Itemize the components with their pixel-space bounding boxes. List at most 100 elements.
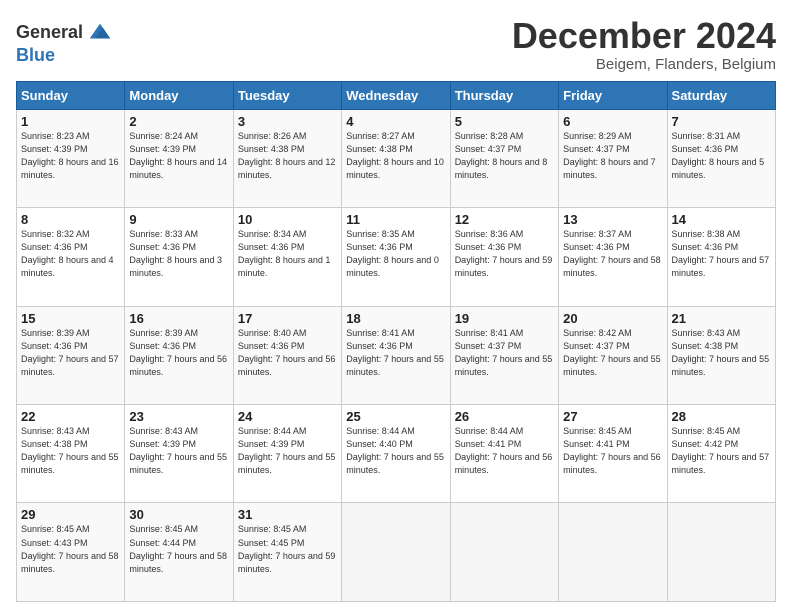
calendar-week-2: 8Sunrise: 8:32 AMSunset: 4:36 PMDaylight…	[17, 208, 776, 306]
day-number: 24	[238, 409, 337, 424]
day-info: Sunrise: 8:43 AMSunset: 4:38 PMDaylight:…	[21, 425, 120, 477]
day-number: 13	[563, 212, 662, 227]
calendar-cell: 11Sunrise: 8:35 AMSunset: 4:36 PMDayligh…	[342, 208, 450, 306]
day-number: 25	[346, 409, 445, 424]
calendar-cell: 26Sunrise: 8:44 AMSunset: 4:41 PMDayligh…	[450, 405, 558, 503]
location: Beigem, Flanders, Belgium	[512, 56, 776, 73]
header-wednesday: Wednesday	[342, 81, 450, 109]
calendar-cell: 1Sunrise: 8:23 AMSunset: 4:39 PMDaylight…	[17, 109, 125, 207]
day-info: Sunrise: 8:37 AMSunset: 4:36 PMDaylight:…	[563, 228, 662, 280]
calendar-cell	[559, 503, 667, 602]
calendar-cell: 27Sunrise: 8:45 AMSunset: 4:41 PMDayligh…	[559, 405, 667, 503]
day-info: Sunrise: 8:44 AMSunset: 4:41 PMDaylight:…	[455, 425, 554, 477]
header: General Blue December 2024 Beigem, Fland…	[16, 16, 776, 73]
day-info: Sunrise: 8:29 AMSunset: 4:37 PMDaylight:…	[563, 130, 662, 182]
logo-text-general: General	[16, 23, 83, 43]
calendar-cell: 5Sunrise: 8:28 AMSunset: 4:37 PMDaylight…	[450, 109, 558, 207]
day-info: Sunrise: 8:36 AMSunset: 4:36 PMDaylight:…	[455, 228, 554, 280]
calendar-cell: 28Sunrise: 8:45 AMSunset: 4:42 PMDayligh…	[667, 405, 775, 503]
day-info: Sunrise: 8:34 AMSunset: 4:36 PMDaylight:…	[238, 228, 337, 280]
calendar-week-5: 29Sunrise: 8:45 AMSunset: 4:43 PMDayligh…	[17, 503, 776, 602]
day-number: 28	[672, 409, 771, 424]
calendar-cell: 21Sunrise: 8:43 AMSunset: 4:38 PMDayligh…	[667, 306, 775, 404]
day-number: 8	[21, 212, 120, 227]
day-info: Sunrise: 8:32 AMSunset: 4:36 PMDaylight:…	[21, 228, 120, 280]
day-info: Sunrise: 8:45 AMSunset: 4:45 PMDaylight:…	[238, 523, 337, 575]
calendar-cell: 2Sunrise: 8:24 AMSunset: 4:39 PMDaylight…	[125, 109, 233, 207]
day-number: 16	[129, 311, 228, 326]
calendar-cell: 20Sunrise: 8:42 AMSunset: 4:37 PMDayligh…	[559, 306, 667, 404]
day-number: 12	[455, 212, 554, 227]
calendar-cell: 24Sunrise: 8:44 AMSunset: 4:39 PMDayligh…	[233, 405, 341, 503]
day-info: Sunrise: 8:44 AMSunset: 4:40 PMDaylight:…	[346, 425, 445, 477]
header-friday: Friday	[559, 81, 667, 109]
title-section: December 2024 Beigem, Flanders, Belgium	[512, 16, 776, 73]
day-number: 2	[129, 114, 228, 129]
day-number: 29	[21, 507, 120, 522]
calendar-cell: 6Sunrise: 8:29 AMSunset: 4:37 PMDaylight…	[559, 109, 667, 207]
day-info: Sunrise: 8:45 AMSunset: 4:41 PMDaylight:…	[563, 425, 662, 477]
day-info: Sunrise: 8:23 AMSunset: 4:39 PMDaylight:…	[21, 130, 120, 182]
day-info: Sunrise: 8:39 AMSunset: 4:36 PMDaylight:…	[129, 327, 228, 379]
day-number: 20	[563, 311, 662, 326]
calendar-cell: 14Sunrise: 8:38 AMSunset: 4:36 PMDayligh…	[667, 208, 775, 306]
day-info: Sunrise: 8:41 AMSunset: 4:36 PMDaylight:…	[346, 327, 445, 379]
day-number: 11	[346, 212, 445, 227]
header-thursday: Thursday	[450, 81, 558, 109]
day-number: 17	[238, 311, 337, 326]
day-number: 14	[672, 212, 771, 227]
calendar-cell: 25Sunrise: 8:44 AMSunset: 4:40 PMDayligh…	[342, 405, 450, 503]
calendar-cell	[450, 503, 558, 602]
calendar-cell: 8Sunrise: 8:32 AMSunset: 4:36 PMDaylight…	[17, 208, 125, 306]
day-number: 27	[563, 409, 662, 424]
day-number: 5	[455, 114, 554, 129]
calendar-cell: 13Sunrise: 8:37 AMSunset: 4:36 PMDayligh…	[559, 208, 667, 306]
calendar-week-1: 1Sunrise: 8:23 AMSunset: 4:39 PMDaylight…	[17, 109, 776, 207]
calendar-header-row: SundayMondayTuesdayWednesdayThursdayFrid…	[17, 81, 776, 109]
calendar-cell: 17Sunrise: 8:40 AMSunset: 4:36 PMDayligh…	[233, 306, 341, 404]
logo-text-blue: Blue	[16, 46, 114, 66]
day-info: Sunrise: 8:45 AMSunset: 4:42 PMDaylight:…	[672, 425, 771, 477]
day-info: Sunrise: 8:26 AMSunset: 4:38 PMDaylight:…	[238, 130, 337, 182]
day-number: 1	[21, 114, 120, 129]
day-info: Sunrise: 8:41 AMSunset: 4:37 PMDaylight:…	[455, 327, 554, 379]
calendar-week-4: 22Sunrise: 8:43 AMSunset: 4:38 PMDayligh…	[17, 405, 776, 503]
day-info: Sunrise: 8:43 AMSunset: 4:39 PMDaylight:…	[129, 425, 228, 477]
calendar-cell: 19Sunrise: 8:41 AMSunset: 4:37 PMDayligh…	[450, 306, 558, 404]
calendar-cell	[667, 503, 775, 602]
calendar-cell: 7Sunrise: 8:31 AMSunset: 4:36 PMDaylight…	[667, 109, 775, 207]
day-info: Sunrise: 8:24 AMSunset: 4:39 PMDaylight:…	[129, 130, 228, 182]
calendar-cell: 22Sunrise: 8:43 AMSunset: 4:38 PMDayligh…	[17, 405, 125, 503]
calendar-week-3: 15Sunrise: 8:39 AMSunset: 4:36 PMDayligh…	[17, 306, 776, 404]
day-number: 10	[238, 212, 337, 227]
header-monday: Monday	[125, 81, 233, 109]
calendar-cell: 30Sunrise: 8:45 AMSunset: 4:44 PMDayligh…	[125, 503, 233, 602]
calendar-cell	[342, 503, 450, 602]
calendar-cell: 29Sunrise: 8:45 AMSunset: 4:43 PMDayligh…	[17, 503, 125, 602]
calendar-cell: 15Sunrise: 8:39 AMSunset: 4:36 PMDayligh…	[17, 306, 125, 404]
day-info: Sunrise: 8:45 AMSunset: 4:44 PMDaylight:…	[129, 523, 228, 575]
calendar-cell: 23Sunrise: 8:43 AMSunset: 4:39 PMDayligh…	[125, 405, 233, 503]
logo: General Blue	[16, 20, 114, 66]
calendar-cell: 12Sunrise: 8:36 AMSunset: 4:36 PMDayligh…	[450, 208, 558, 306]
day-info: Sunrise: 8:33 AMSunset: 4:36 PMDaylight:…	[129, 228, 228, 280]
day-info: Sunrise: 8:28 AMSunset: 4:37 PMDaylight:…	[455, 130, 554, 182]
day-number: 3	[238, 114, 337, 129]
day-info: Sunrise: 8:40 AMSunset: 4:36 PMDaylight:…	[238, 327, 337, 379]
day-number: 15	[21, 311, 120, 326]
day-number: 4	[346, 114, 445, 129]
day-info: Sunrise: 8:45 AMSunset: 4:43 PMDaylight:…	[21, 523, 120, 575]
calendar-cell: 3Sunrise: 8:26 AMSunset: 4:38 PMDaylight…	[233, 109, 341, 207]
day-number: 6	[563, 114, 662, 129]
day-info: Sunrise: 8:39 AMSunset: 4:36 PMDaylight:…	[21, 327, 120, 379]
day-number: 19	[455, 311, 554, 326]
day-info: Sunrise: 8:27 AMSunset: 4:38 PMDaylight:…	[346, 130, 445, 182]
header-tuesday: Tuesday	[233, 81, 341, 109]
header-saturday: Saturday	[667, 81, 775, 109]
month-title: December 2024	[512, 16, 776, 56]
calendar-table: SundayMondayTuesdayWednesdayThursdayFrid…	[16, 81, 776, 602]
day-number: 30	[129, 507, 228, 522]
day-number: 9	[129, 212, 228, 227]
day-info: Sunrise: 8:42 AMSunset: 4:37 PMDaylight:…	[563, 327, 662, 379]
calendar-cell: 31Sunrise: 8:45 AMSunset: 4:45 PMDayligh…	[233, 503, 341, 602]
